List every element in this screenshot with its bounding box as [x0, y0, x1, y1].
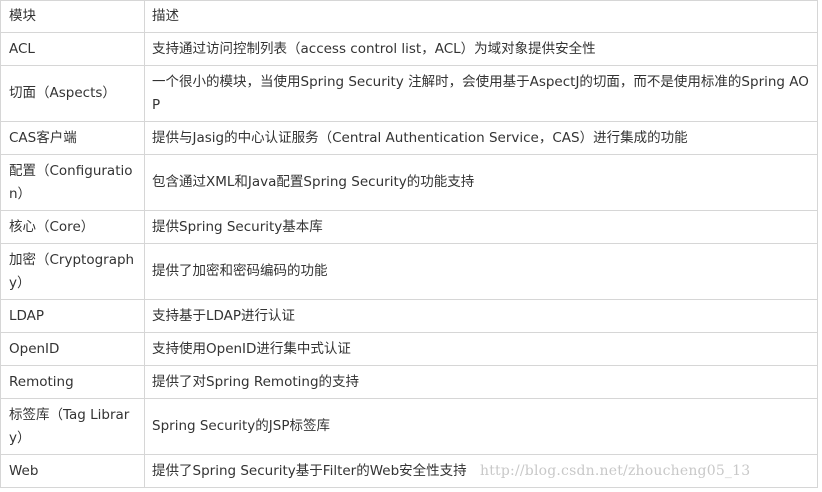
description-cell: 一个很小的模块，当使用Spring Security 注解时，会使用基于Aspe…	[144, 65, 818, 122]
modules-table: 模块 描述 ACL 支持通过访问控制列表（access control list…	[0, 0, 818, 488]
description-cell: 包含通过XML和Java配置Spring Security的功能支持	[144, 154, 818, 211]
header-module-cell: 模块	[0, 0, 145, 33]
table-row: 切面（Aspects） 一个很小的模块，当使用Spring Security 注…	[0, 65, 818, 122]
description-cell: 支持通过访问控制列表（access control list，ACL）为域对象提…	[144, 32, 818, 66]
table-row: LDAP 支持基于LDAP进行认证	[0, 299, 818, 333]
table-header-row: 模块 描述	[0, 0, 818, 33]
table-row: OpenID 支持使用OpenID进行集中式认证	[0, 332, 818, 366]
description-cell: 提供了对Spring Remoting的支持	[144, 365, 818, 399]
module-cell: 标签库（Tag Library）	[0, 398, 145, 455]
description-cell: 提供Spring Security基本库	[144, 210, 818, 244]
header-description-cell: 描述	[144, 0, 818, 33]
table-row: 加密（Cryptography） 提供了加密和密码编码的功能	[0, 243, 818, 300]
module-cell: 配置（Configuration）	[0, 154, 145, 211]
table-row: CAS客户端 提供与Jasig的中心认证服务（Central Authentic…	[0, 121, 818, 155]
watermark-url: http://blog.csdn.net/zhoucheng05_13	[480, 463, 751, 479]
description-cell: 提供了加密和密码编码的功能	[144, 243, 818, 300]
table-row: 标签库（Tag Library） Spring Security的JSP标签库	[0, 398, 818, 455]
table-row: Remoting 提供了对Spring Remoting的支持	[0, 365, 818, 399]
table-row: 核心（Core） 提供Spring Security基本库	[0, 210, 818, 244]
module-cell: 核心（Core）	[0, 210, 145, 244]
module-cell: Remoting	[0, 365, 145, 399]
module-cell: LDAP	[0, 299, 145, 333]
table-row: 配置（Configuration） 包含通过XML和Java配置Spring S…	[0, 154, 818, 211]
description-cell: 支持基于LDAP进行认证	[144, 299, 818, 333]
table-row: ACL 支持通过访问控制列表（access control list，ACL）为…	[0, 32, 818, 66]
module-cell: Web	[0, 454, 145, 488]
description-cell: Spring Security的JSP标签库	[144, 398, 818, 455]
description-cell: 提供与Jasig的中心认证服务（Central Authentication S…	[144, 121, 818, 155]
module-cell: OpenID	[0, 332, 145, 366]
module-cell: 切面（Aspects）	[0, 65, 145, 122]
module-cell: 加密（Cryptography）	[0, 243, 145, 300]
module-cell: CAS客户端	[0, 121, 145, 155]
description-cell: 支持使用OpenID进行集中式认证	[144, 332, 818, 366]
module-cell: ACL	[0, 32, 145, 66]
